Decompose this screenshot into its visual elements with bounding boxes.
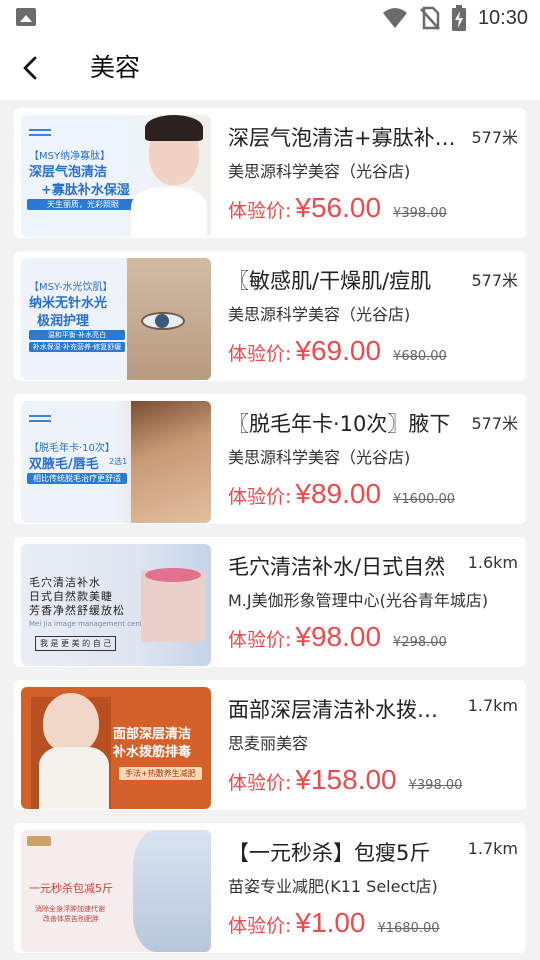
- deal-distance: 1.7km: [467, 839, 518, 858]
- deal-title: 〖脱毛年卡·10次〗腋下: [228, 412, 451, 436]
- thumb-line: 芳香净然舒缓放松: [29, 604, 125, 617]
- deal-title: 深层气泡清洁+寡肽补水保湿: [228, 126, 458, 150]
- price-label: 体验价:: [228, 200, 292, 222]
- deal-thumbnail: 【脱毛年卡·10次】 双腋毛/唇毛 2选1 相比传统脱毛治疗更舒适: [21, 401, 211, 523]
- thumb-pill: 相比传统脱毛治疗更舒适: [27, 473, 127, 484]
- deal-title: 〖敏感肌/干燥肌/痘肌: [228, 269, 432, 293]
- thumb-sub: Mei Jia image management center: [29, 620, 150, 628]
- deal-card[interactable]: 一元秒杀包减5斤 消除全身浮肿加速代谢 改善体质告别肥胖 【一元秒杀】包瘦5斤 …: [14, 823, 526, 953]
- page-title: 美容: [89, 53, 140, 82]
- original-price: ¥398.00: [393, 206, 447, 221]
- deal-distance: 1.6km: [467, 553, 518, 572]
- status-bar: 10:30: [0, 0, 540, 36]
- deal-price-row: 体验价: ¥69.00 ¥680.00: [228, 335, 447, 371]
- deal-card[interactable]: 毛穴清洁补水 日式自然款美睫 芳香净然舒缓放松 Mei Jia image ma…: [14, 537, 526, 667]
- gallery-icon: [16, 8, 36, 26]
- deal-store: 美思源科学美容（光谷店): [228, 448, 411, 467]
- thumb-line: 面部深层清洁: [113, 727, 192, 742]
- price-label: 体验价:: [228, 486, 292, 508]
- deal-card[interactable]: 面部深层清洁 补水拨筋排毒 手法+热敷养生减肥 面部深层清洁补水拨筋排毒 1.7…: [14, 680, 526, 810]
- no-sim-icon: [420, 6, 440, 30]
- deal-store: 思麦丽美容: [228, 734, 309, 753]
- thumb-tag: 【MSY-水光饮肌】: [29, 282, 113, 293]
- thumb-line: 一元秒杀包减5斤: [29, 882, 113, 895]
- deal-price: ¥1.00: [295, 907, 366, 938]
- deal-price: ¥158.00: [295, 764, 397, 795]
- deal-store: M.J美伽形象管理中心(光谷青年城店): [228, 591, 489, 610]
- deal-distance: 577米: [471, 128, 518, 147]
- deal-store: 美思源科学美容（光谷店): [228, 305, 411, 324]
- deal-title: 毛穴清洁补水/日式自然: [228, 555, 446, 579]
- deal-price-row: 体验价: ¥98.00 ¥298.00: [228, 621, 447, 657]
- brand-logo: [27, 836, 51, 846]
- deal-title: 面部深层清洁补水拨筋排毒: [228, 698, 458, 722]
- original-price: ¥680.00: [393, 349, 447, 364]
- original-price: ¥1680.00: [377, 921, 440, 936]
- status-icons: 10:30: [382, 0, 528, 36]
- thumb-pill: 天生丽质，光彩照眼: [27, 199, 139, 210]
- price-label: 体验价:: [228, 772, 292, 794]
- thumb-line: 极润护理: [37, 314, 90, 329]
- status-time: 10:30: [477, 6, 528, 29]
- model-photo: [131, 401, 211, 523]
- battery-charging-icon: [451, 5, 466, 31]
- thumb-sub: 消除全身浮肿加速代谢: [35, 905, 105, 913]
- deal-card[interactable]: 【MSY纳净寡肽】 深层气泡清洁 +寡肽补水保湿 天生丽质，光彩照眼 深层气泡清…: [14, 108, 526, 238]
- product-photo: [133, 830, 211, 952]
- original-price: ¥1600.00: [393, 492, 456, 507]
- price-label: 体验价:: [228, 915, 292, 937]
- thumb-line: 纳米无针水光: [29, 296, 108, 311]
- deal-store: 美思源科学美容（光谷店): [228, 162, 411, 181]
- thumb-line: 补水拨筋排毒: [113, 745, 192, 760]
- deal-thumbnail: 毛穴清洁补水 日式自然款美睫 芳香净然舒缓放松 Mei Jia image ma…: [21, 544, 211, 666]
- thumb-pill: 温和平衡·补水亮白: [29, 330, 125, 340]
- thumb-pill: 手法+热敷养生减肥: [119, 767, 202, 780]
- deal-card[interactable]: 【脱毛年卡·10次】 双腋毛/唇毛 2选1 相比传统脱毛治疗更舒适 〖脱毛年卡·…: [14, 394, 526, 524]
- deal-distance: 577米: [471, 271, 518, 290]
- deal-price-row: 体验价: ¥89.00 ¥1600.00: [228, 478, 455, 514]
- model-photo: [43, 693, 99, 753]
- deal-title: 【一元秒杀】包瘦5斤: [228, 841, 431, 865]
- deal-price: ¥98.00: [295, 621, 382, 652]
- deal-distance: 1.7km: [467, 696, 518, 715]
- thumb-pill: 补水保湿·补充营养·修复舒缓: [29, 342, 125, 352]
- deal-store: 苗姿专业减肥(K11 Select店): [228, 877, 438, 896]
- deal-thumbnail: 【MSY-水光饮肌】 纳米无针水光 极润护理 温和平衡·补水亮白 补水保湿·补充…: [21, 258, 211, 380]
- deal-price-row: 体验价: ¥1.00 ¥1680.00: [228, 907, 440, 943]
- thumb-sub: 改善体质告别肥胖: [43, 915, 99, 923]
- original-price: ¥398.00: [408, 778, 463, 793]
- deal-distance: 577米: [471, 414, 518, 433]
- deal-thumbnail: 一元秒杀包减5斤 消除全身浮肿加速代谢 改善体质告别肥胖: [21, 830, 211, 952]
- deal-price-row: 体验价: ¥56.00 ¥398.00: [228, 192, 447, 228]
- deal-price: ¥89.00: [295, 478, 382, 509]
- wifi-icon: [382, 8, 407, 28]
- original-price: ¥298.00: [393, 635, 447, 650]
- price-label: 体验价:: [228, 629, 292, 651]
- thumb-line: +寡肽补水保湿: [41, 183, 130, 198]
- thumb-badge: 2选1: [109, 457, 128, 466]
- thumb-line: 深层气泡清洁: [29, 165, 108, 180]
- deal-thumbnail: 【MSY纳净寡肽】 深层气泡清洁 +寡肽补水保湿 天生丽质，光彩照眼: [21, 115, 211, 237]
- nav-bar: 美容: [0, 36, 540, 100]
- deal-price-row: 体验价: ¥158.00 ¥398.00: [228, 764, 462, 800]
- deal-price: ¥56.00: [295, 192, 382, 223]
- deal-thumbnail: 面部深层清洁 补水拨筋排毒 手法+热敷养生减肥: [21, 687, 211, 809]
- deal-price: ¥69.00: [295, 335, 382, 366]
- price-label: 体验价:: [228, 343, 292, 365]
- deal-card[interactable]: 【MSY-水光饮肌】 纳米无针水光 极润护理 温和平衡·补水亮白 补水保湿·补充…: [14, 251, 526, 381]
- thumb-footer: 我 是 更 美 的 自 己: [35, 636, 117, 651]
- thumb-line: 双腋毛/唇毛: [29, 457, 99, 472]
- thumb-tag: 【脱毛年卡·10次】: [29, 443, 115, 454]
- thumb-tag: 【MSY纳净寡肽】: [29, 151, 111, 162]
